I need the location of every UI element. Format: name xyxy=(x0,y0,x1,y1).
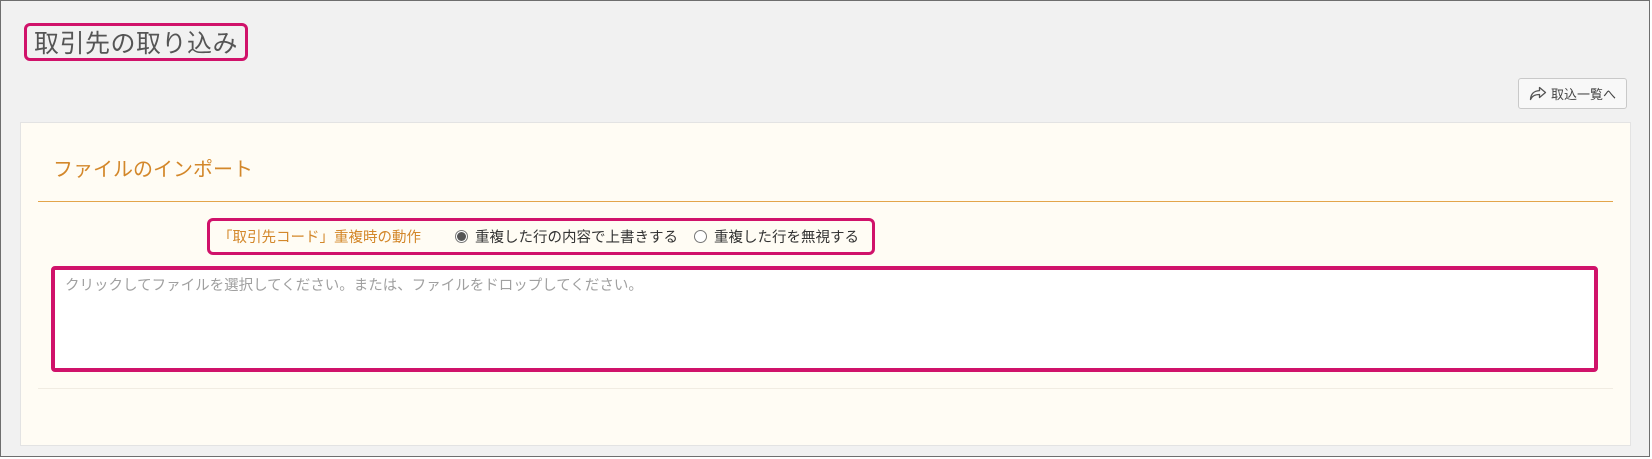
drop-zone-placeholder: クリックしてファイルを選択してください。または、ファイルをドロップしてください。 xyxy=(65,278,643,294)
radio-ignore-indicator[interactable] xyxy=(694,230,707,243)
section-divider xyxy=(38,201,1613,202)
import-panel: ファイルのインポート 「取引先コード」重複時の動作 重複した行の内容で上書きする… xyxy=(20,122,1631,446)
radio-ignore[interactable]: 重複した行を無視する xyxy=(694,226,859,247)
radio-overwrite-label: 重複した行の内容で上書きする xyxy=(475,230,678,246)
back-to-import-list-button[interactable]: 取込一覧へ xyxy=(1517,78,1627,109)
page-title-box: 取引先の取り込み xyxy=(24,23,249,61)
back-button-label: 取込一覧へ xyxy=(1550,88,1616,103)
radio-ignore-label: 重複した行を無視する xyxy=(714,230,859,246)
file-drop-zone[interactable]: クリックしてファイルを選択してください。または、ファイルをドロップしてください。 xyxy=(51,266,1598,372)
app-frame: 取引先の取り込み 取込一覧へ ファイルのインポート 「取引先コード」重複時の動作… xyxy=(0,0,1650,457)
duplicate-behavior-label: 「取引先コード」重複時の動作 xyxy=(218,230,421,246)
section-title: ファイルのインポート xyxy=(53,157,253,181)
share-forward-icon xyxy=(1529,86,1547,101)
page-title: 取引先の取り込み xyxy=(34,29,239,58)
radio-overwrite-indicator[interactable] xyxy=(455,230,468,243)
panel-bottom-divider xyxy=(38,388,1613,389)
radio-overwrite[interactable]: 重複した行の内容で上書きする xyxy=(455,226,678,247)
duplicate-behavior-group: 「取引先コード」重複時の動作 重複した行の内容で上書きする 重複した行を無視する xyxy=(207,218,875,255)
